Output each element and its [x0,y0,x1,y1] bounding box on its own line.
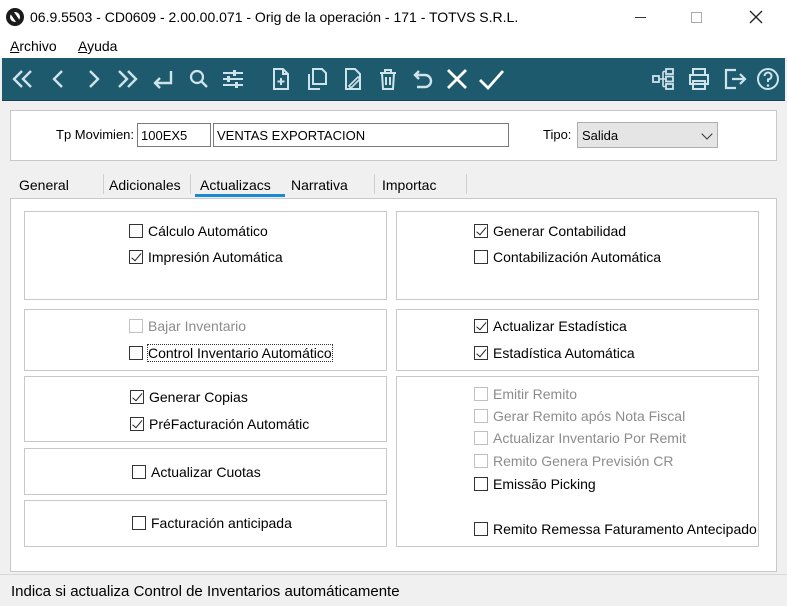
minimize-button[interactable] [617,0,663,34]
tipo-label: Tipo: [543,127,572,142]
menu-archivo[interactable]: Archivo [10,38,57,54]
edit-button[interactable] [338,64,368,94]
next-record-button[interactable] [78,64,108,94]
close-button[interactable] [733,0,779,34]
active-tab-indicator [195,194,285,197]
filter-button[interactable] [218,64,248,94]
group-copias [24,376,387,442]
search-icon [189,69,208,88]
previous-record-button[interactable] [44,64,74,94]
search-button[interactable] [184,64,214,94]
remito-remessa-faturamento-antecipado-checkbox[interactable]: Remito Remessa Faturamento Antecipado [474,521,757,537]
emissao-picking-checkbox[interactable]: Emissão Picking [474,476,596,492]
app-logo-icon [6,8,24,26]
tab-separator [374,174,375,194]
header-panel: Tp Movimien: 100EX5 VENTAS EXPORTACION T… [10,110,777,161]
tab-importac[interactable]: Importac [382,177,436,193]
undo-button[interactable] [407,64,437,94]
tab-separator [466,174,467,194]
return-icon [153,71,173,89]
menu-ayuda[interactable]: Ayuda [78,38,117,54]
tab-adicionales[interactable]: Adicionales [109,177,181,193]
print-icon [689,68,709,90]
generar-contabilidad-checkbox[interactable]: Generar Contabilidad [474,223,626,239]
gerar-remito-apos-nota-fiscal-checkbox[interactable]: Gerar Remito após Nota Fiscal [474,408,685,424]
new-document-icon [273,68,289,90]
previous-record-icon [52,70,63,88]
hierarchy-icon [652,68,674,90]
chevron-down-icon [701,128,713,140]
actualizar-inventario-por-remito-checkbox[interactable]: Actualizar Inventario Por Remit [474,430,686,446]
tp-movimiento-label: Tp Movimien: [56,127,135,142]
minimize-icon [634,16,646,18]
delete-icon [380,69,396,90]
status-message: Indica si actualiza Control de Inventari… [11,583,400,600]
last-record-icon [118,70,138,88]
tab-narrativa[interactable]: Narrativa [291,177,348,193]
maximize-icon [690,11,702,23]
cancel-icon [447,69,467,89]
first-record-icon [12,70,32,88]
filter-icon [223,70,243,88]
cancel-button[interactable] [442,64,472,94]
title-bar: 06.9.5503 - CD0609 - 2.00.00.071 - Orig … [0,0,787,34]
exit-icon [724,68,747,90]
tab-separator [190,174,191,194]
help-icon [757,68,779,90]
generar-copias-checkbox[interactable]: Generar Copias [130,389,248,405]
calculo-automatico-checkbox[interactable]: Cálculo Automático [129,223,268,239]
contabilizacion-automatica-checkbox[interactable]: Contabilización Automática [474,249,661,265]
emitir-remito-checkbox[interactable]: Emitir Remito [474,386,577,402]
copy-icon [308,68,327,90]
close-icon [749,10,763,24]
tab-general[interactable]: General [19,177,69,193]
tab-separator [103,174,104,194]
tab-actualizacs[interactable]: Actualizacs [200,177,271,193]
last-record-button[interactable] [112,64,142,94]
print-button[interactable] [684,64,714,94]
new-document-button[interactable] [266,64,296,94]
hierarchy-button[interactable] [648,64,678,94]
confirm-icon [479,70,505,91]
confirm-button[interactable] [476,64,506,94]
maximize-button[interactable] [673,0,719,34]
help-button[interactable] [753,64,783,94]
status-bar: Indica si actualiza Control de Inventari… [0,574,787,606]
delete-button[interactable] [373,64,403,94]
impresion-automatica-checkbox[interactable]: Impresión Automática [129,249,283,265]
tp-movimiento-code-input[interactable]: 100EX5 [137,123,211,147]
undo-icon [413,70,433,89]
actualizar-cuotas-checkbox[interactable]: Actualizar Cuotas [132,464,261,480]
toolbar [2,58,785,101]
tp-movimiento-desc-input[interactable]: VENTAS EXPORTACION [213,123,509,147]
menu-bar: Archivo Ayuda [0,34,787,58]
return-button[interactable] [147,64,177,94]
edit-icon [345,68,362,90]
remito-genera-prevision-cr-checkbox[interactable]: Remito Genera Previsión CR [474,453,674,469]
tipo-select[interactable]: Salida [577,122,718,148]
window-title: 06.9.5503 - CD0609 - 2.00.00.071 - Orig … [30,9,519,25]
control-inventario-automatico-checkbox[interactable]: Control Inventario Automático [129,344,333,362]
exit-button[interactable] [719,64,749,94]
actualizar-estadistica-checkbox[interactable]: Actualizar Estadística [474,318,627,334]
facturacion-anticipada-checkbox[interactable]: Facturación anticipada [132,515,292,531]
copy-button[interactable] [302,64,332,94]
estadistica-automatica-checkbox[interactable]: Estadística Automática [474,345,635,361]
first-record-button[interactable] [8,64,38,94]
bajar-inventario-checkbox[interactable]: Bajar Inventario [129,318,246,334]
prefacturacion-automatic-checkbox[interactable]: PréFacturación Automátic [130,416,309,432]
next-record-icon [89,70,100,88]
